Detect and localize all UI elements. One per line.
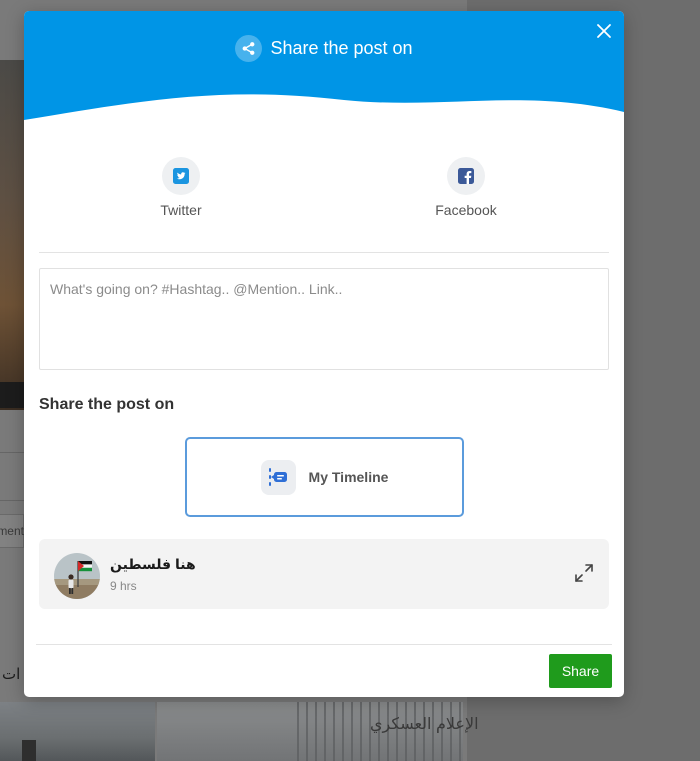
section-divider [39,252,609,253]
expand-icon[interactable] [574,563,594,583]
facebook-label: Facebook [435,202,497,218]
background-post-image [0,60,24,410]
facebook-share-button[interactable]: Facebook [406,157,526,218]
share-button[interactable]: Share [549,654,612,688]
modal-title-text: Share the post on [270,38,413,58]
post-text-input[interactable] [39,268,609,370]
my-timeline-label: My Timeline [308,469,389,485]
background-divider [0,452,24,453]
twitter-label: Twitter [160,202,202,218]
background-image-strip [0,382,24,408]
twitter-icon [162,157,200,195]
shared-post-preview: هنا فلسطين 9 hrs [39,539,609,609]
my-timeline-option[interactable]: My Timeline [185,437,464,517]
avatar [54,553,100,599]
twitter-share-button[interactable]: Twitter [121,157,241,218]
header-wave [24,94,624,122]
background-watermark: الإعلام العسكري [370,716,479,733]
timeline-icon [260,459,296,495]
share-icon [235,35,263,62]
background-divider [0,500,24,501]
background-photo-left [0,702,155,761]
post-timestamp: 9 hrs [110,579,137,593]
share-modal: Share the post on Twitter Facebook What'… [24,11,624,697]
modal-title: Share the post on [24,35,624,62]
social-share-row: Twitter Facebook [24,157,624,227]
share-destination-heading: Share the post on [39,396,175,413]
background-comment-placeholder: ment [0,524,24,538]
post-author-name: هنا فلسطين [110,556,196,572]
background-arabic-text: ات [2,666,21,683]
close-icon[interactable] [594,21,614,41]
modal-header: Share the post on [24,11,624,122]
facebook-icon [447,157,485,195]
footer-divider [36,644,612,645]
